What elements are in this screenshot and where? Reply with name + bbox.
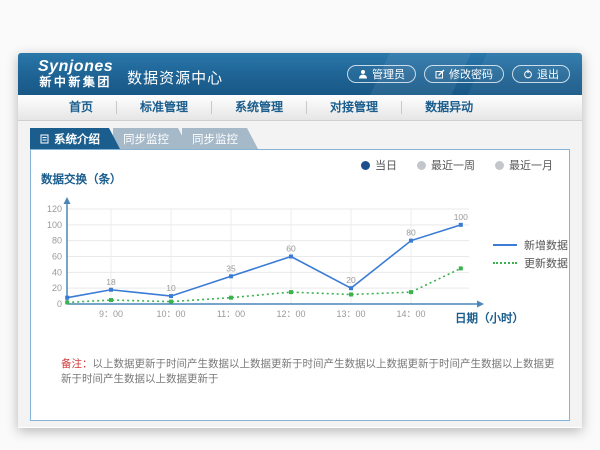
nav-item-interface-mgmt[interactable]: 对接管理	[307, 101, 402, 114]
footnote-text: 以上数据更新于时间产生数据以上数据更新于时间产生数据以上数据更新于时间产生数据以…	[61, 358, 555, 385]
svg-text:14：00: 14：00	[396, 309, 425, 319]
change-password-label: 修改密码	[449, 66, 493, 82]
document-icon	[40, 134, 49, 144]
logo-text-en: Synjones	[38, 59, 113, 76]
header-actions: 管理员 修改密码 退出	[347, 65, 570, 83]
user-button[interactable]: 管理员	[347, 65, 416, 83]
radio-label: 最近一月	[509, 157, 553, 173]
nav-item-system-mgmt[interactable]: 系统管理	[212, 101, 307, 114]
series-legend: 新增数据 更新数据	[493, 236, 568, 272]
tab-sync-monitor-1[interactable]: 同步监控	[113, 128, 189, 149]
user-button-label: 管理员	[372, 66, 405, 82]
svg-text:10: 10	[166, 283, 176, 293]
legend-label: 新增数据	[524, 237, 568, 253]
power-icon	[523, 69, 533, 79]
tab-label: 系统介绍	[54, 131, 100, 147]
svg-text:12：00: 12：00	[276, 309, 305, 319]
nav-item-data-change[interactable]: 数据异动	[402, 101, 496, 114]
svg-text:10：00: 10：00	[156, 309, 185, 319]
svg-text:100: 100	[47, 220, 62, 230]
tab-label: 同步监控	[192, 131, 238, 147]
app-window: Synjones 新中新集团 数据资源中心 管理员 修改密	[18, 53, 582, 428]
radio-option-last-month[interactable]: 最近一月	[495, 157, 553, 173]
user-icon	[358, 69, 368, 79]
svg-text:11：00: 11：00	[217, 309, 245, 319]
radio-dot	[361, 161, 370, 170]
radio-dot	[495, 161, 504, 170]
company-logo: Synjones 新中新集团	[38, 59, 113, 88]
svg-text:100: 100	[454, 212, 468, 222]
svg-text:0: 0	[57, 299, 62, 309]
solid-line-swatch	[493, 244, 517, 246]
nav-item-standard-mgmt[interactable]: 标准管理	[117, 101, 212, 114]
main-navbar: 首页 标准管理 系统管理 对接管理 数据异动	[18, 95, 582, 121]
legend-item-updated-data[interactable]: 更新数据	[493, 254, 568, 272]
legend-label: 更新数据	[524, 255, 568, 271]
radio-label: 当日	[375, 157, 397, 173]
legend-item-new-data[interactable]: 新增数据	[493, 236, 568, 254]
line-chart: 0 20 40 60 80 100 120 9：00 10：00 11：00 12：00 13：00 1…	[39, 194, 491, 326]
radio-option-last-week[interactable]: 最近一周	[417, 157, 475, 173]
tab-bar: 系统介绍 同步监控 同步监控	[30, 128, 258, 149]
svg-text:20: 20	[52, 283, 62, 293]
svg-text:9：00: 9：00	[99, 309, 123, 319]
chart-panel: 当日 最近一周 最近一月 数据交换（条） 0 20 40 60 80 100 120 9：00…	[30, 149, 570, 421]
content-area: 系统介绍 同步监控 同步监控 当日 最近一周	[18, 121, 582, 427]
tab-system-intro[interactable]: 系统介绍	[30, 128, 120, 149]
app-header: Synjones 新中新集团 数据资源中心 管理员 修改密	[18, 53, 582, 95]
dotted-line-swatch	[493, 262, 517, 264]
logout-label: 退出	[537, 66, 559, 82]
svg-text:60: 60	[52, 252, 62, 262]
radio-option-today[interactable]: 当日	[361, 157, 397, 173]
svg-text:13：00: 13：00	[336, 309, 365, 319]
logo-text-cn: 新中新集团	[38, 76, 113, 89]
logout-button[interactable]: 退出	[512, 65, 570, 83]
tab-label: 同步监控	[123, 131, 169, 147]
page-title: 数据资源中心	[127, 61, 223, 88]
tab-sync-monitor-2[interactable]: 同步监控	[182, 128, 258, 149]
change-password-button[interactable]: 修改密码	[424, 65, 504, 83]
svg-text:120: 120	[47, 204, 62, 214]
nav-item-home[interactable]: 首页	[46, 101, 117, 114]
svg-text:40: 40	[52, 267, 62, 277]
footnote-prefix: 备注：	[61, 358, 93, 370]
radio-label: 最近一周	[431, 157, 475, 173]
svg-text:35: 35	[226, 263, 236, 273]
radio-dot	[417, 161, 426, 170]
svg-text:18: 18	[106, 277, 116, 287]
y-axis-title: 数据交换（条）	[41, 171, 122, 187]
page-background: Synjones 新中新集团 数据资源中心 管理员 修改密	[0, 0, 600, 450]
svg-text:80: 80	[52, 236, 62, 246]
svg-text:80: 80	[406, 228, 416, 238]
footnote: 备注：以上数据更新于时间产生数据以上数据更新于时间产生数据以上数据更新于时间产生…	[61, 357, 561, 386]
edit-icon	[435, 69, 445, 79]
svg-text:60: 60	[286, 244, 296, 254]
svg-text:20: 20	[346, 275, 356, 285]
x-axis-title: 日期（小时）	[455, 310, 524, 326]
time-range-radio-group: 当日 最近一周 最近一月	[361, 157, 553, 173]
